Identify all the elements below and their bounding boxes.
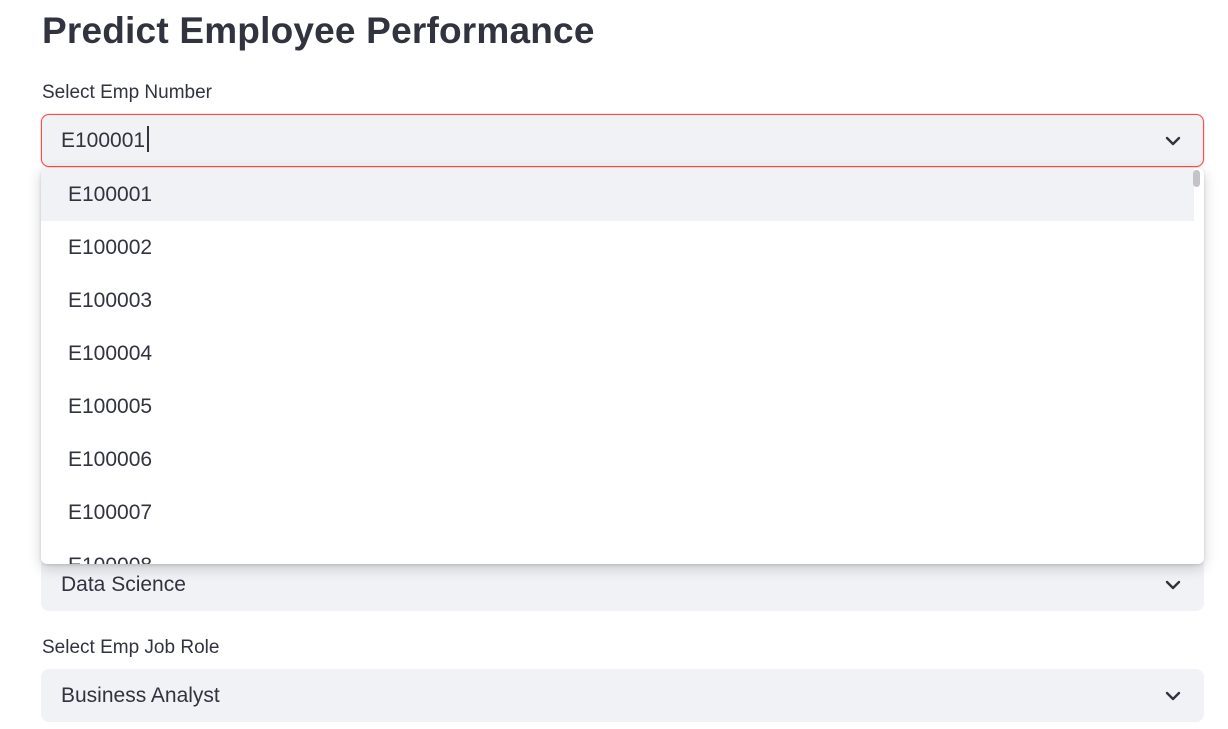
emp-number-select[interactable]: E100001 bbox=[41, 114, 1204, 167]
job-role-select-value: Business Analyst bbox=[61, 683, 220, 707]
department-select[interactable]: Data Science bbox=[41, 558, 1204, 611]
dropdown-option[interactable]: E100002 bbox=[41, 221, 1194, 274]
text-cursor bbox=[147, 126, 149, 153]
dropdown-option[interactable]: E100003 bbox=[41, 274, 1194, 327]
dropdown-option[interactable]: E100006 bbox=[41, 433, 1194, 486]
chevron-down-icon[interactable] bbox=[1163, 131, 1183, 151]
dropdown-option[interactable]: E100001 bbox=[41, 168, 1194, 221]
dropdown-option[interactable]: E100007 bbox=[41, 486, 1194, 539]
page: Predict Employee Performance Select Emp … bbox=[0, 0, 1228, 729]
chevron-down-icon[interactable] bbox=[1163, 575, 1183, 595]
dropdown-option[interactable]: E100004 bbox=[41, 327, 1194, 380]
job-role-label: Select Emp Job Role bbox=[42, 637, 220, 658]
page-title: Predict Employee Performance bbox=[42, 10, 595, 51]
job-role-select[interactable]: Business Analyst bbox=[41, 669, 1204, 722]
emp-number-options-list: E100001 E100002 E100003 E100004 E100005 E1000… bbox=[41, 168, 1194, 564]
dropdown-option[interactable]: E100008 bbox=[41, 539, 1194, 565]
department-select-value: Data Science bbox=[61, 572, 186, 596]
dropdown-option[interactable]: E100005 bbox=[41, 380, 1194, 433]
emp-number-select-value[interactable]: E100001 bbox=[61, 129, 145, 152]
emp-number-dropdown: E100001 E100002 E100003 E100004 E100005 E1000… bbox=[41, 168, 1204, 564]
dropdown-scrollbar[interactable] bbox=[1193, 170, 1200, 187]
chevron-down-icon[interactable] bbox=[1163, 686, 1183, 706]
emp-number-select-value-wrap: E100001 bbox=[61, 126, 1163, 153]
emp-number-label: Select Emp Number bbox=[42, 82, 213, 103]
